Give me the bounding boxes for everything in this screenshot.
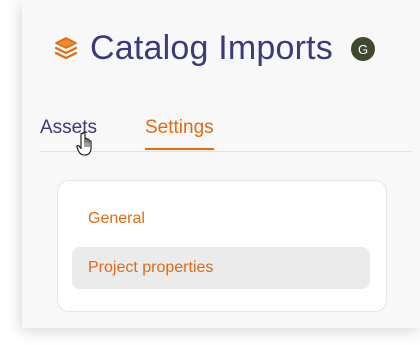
tab-settings[interactable]: Settings bbox=[145, 118, 214, 150]
avatar[interactable]: G bbox=[351, 37, 375, 61]
hand-pointer-icon bbox=[76, 131, 98, 157]
menu-item-general[interactable]: General bbox=[72, 198, 370, 240]
menu-item-project-properties[interactable]: Project properties bbox=[72, 247, 370, 289]
settings-menu-panel: General Project properties bbox=[57, 180, 387, 312]
page-title: Catalog Imports bbox=[90, 29, 333, 67]
stack-layers-icon bbox=[52, 34, 80, 62]
page-header: Catalog Imports G bbox=[52, 26, 375, 70]
